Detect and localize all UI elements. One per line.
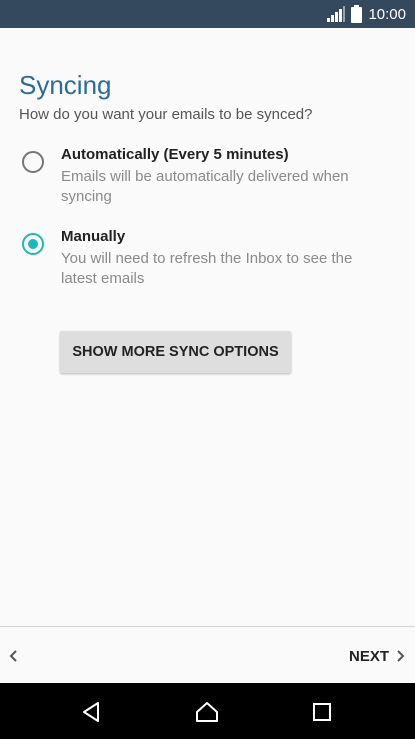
status-bar: 10:00: [0, 0, 415, 28]
sync-option-manually[interactable]: Manually You will need to refresh the In…: [0, 226, 415, 290]
recent-apps-icon[interactable]: [310, 700, 334, 724]
chevron-left-icon[interactable]: [6, 646, 22, 666]
signal-icon: [327, 6, 346, 22]
radio-unchecked-icon[interactable]: [22, 151, 44, 173]
page-subtitle: How do you want your emails to be synced…: [19, 106, 313, 123]
sync-option-description: Emails will be automatically delivered w…: [61, 168, 349, 205]
radio-dot: [28, 239, 38, 249]
battery-icon: [351, 5, 363, 23]
sync-option-title: Manually: [61, 228, 126, 245]
chevron-right-icon: [395, 646, 407, 666]
sync-option-title: Automatically (Every 5 minutes): [61, 146, 289, 163]
bottom-navigation: NEXT: [0, 626, 415, 683]
sync-option-description: You will need to refresh the Inbox to se…: [61, 250, 353, 287]
status-clock: 10:00: [368, 5, 406, 23]
next-button[interactable]: NEXT: [349, 645, 407, 667]
radio-checked-icon[interactable]: [22, 233, 44, 255]
back-triangle-icon[interactable]: [80, 700, 104, 724]
system-navigation-bar: [0, 683, 415, 739]
home-icon[interactable]: [195, 700, 219, 724]
show-more-sync-options-button[interactable]: SHOW MORE SYNC OPTIONS: [60, 331, 291, 373]
next-button-label: NEXT: [348, 647, 389, 665]
page-title: Syncing: [19, 70, 112, 100]
sync-settings-content: Syncing How do you want your emails to b…: [0, 28, 415, 626]
status-icons: 10:00: [327, 0, 406, 28]
sync-option-automatically[interactable]: Automatically (Every 5 minutes) Emails w…: [0, 144, 415, 208]
